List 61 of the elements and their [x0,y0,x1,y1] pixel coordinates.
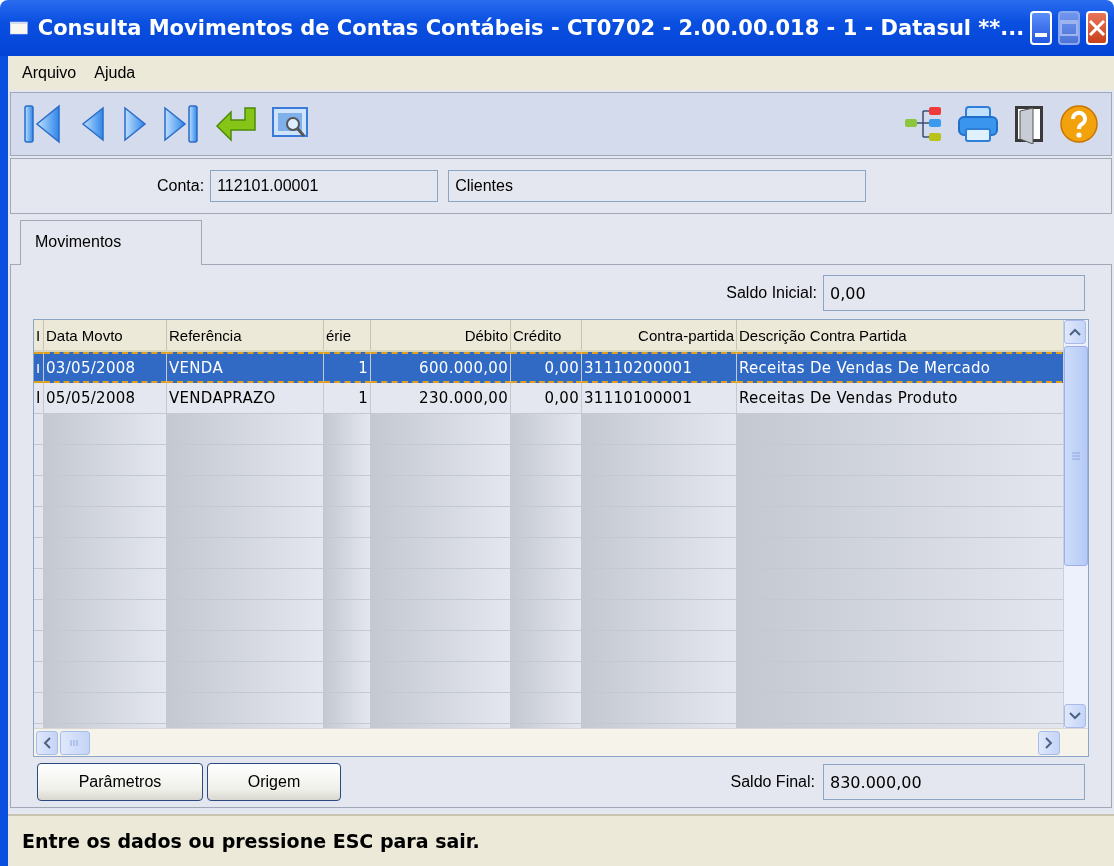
printer-icon[interactable] [957,105,999,143]
menu-item[interactable]: Arquivo [16,61,83,85]
account-description-field[interactable]: Clientes [448,170,867,202]
chevron-left-icon [43,736,51,749]
saldo-final-field[interactable]: 830.000,00 [823,764,1085,800]
table-cell: 1 [324,352,371,383]
chevron-down-icon [1069,712,1081,720]
chevron-up-icon [1069,328,1081,336]
saldo-inicial-field[interactable]: 0,00 [823,275,1085,311]
column-header[interactable]: érie [324,320,371,350]
action-button[interactable]: Parâmetros [37,763,203,801]
table-cell: 31110200001 [582,352,737,383]
table-row[interactable]: ı 03/05/2008 VENDA 1 600.000,00 0,00 31110200001 Receitas De Vendas De Mercado [34,352,1063,383]
chevron-right-icon [1045,736,1053,749]
scrollbar-thumb[interactable] [1064,346,1088,566]
window-title: Consulta Movimentos de Contas Contábeis - CT0702 - 2.00.00.018 - 1 - Datasul **... [37,16,1025,40]
scroll-down-button[interactable] [1064,704,1086,728]
last-record-icon[interactable] [163,104,201,144]
table-cell: 0,00 [511,352,582,383]
return-arrow-icon[interactable] [215,106,257,142]
help-icon[interactable] [1059,104,1099,144]
table-cell: 05/05/2008 [44,383,167,414]
column-header[interactable]: Débito [371,320,511,350]
scroll-right-button[interactable] [1038,730,1060,755]
table-cell: 1 [324,383,371,414]
tree-diagram-icon[interactable] [903,105,943,143]
saldo-inicial-label: Saldo Inicial: [726,284,817,302]
scroll-up-button[interactable] [1064,320,1086,344]
action-button[interactable]: Origem [207,763,341,801]
grip-icon [1071,452,1081,460]
table-cell: VENDA [167,352,324,383]
column-header[interactable]: Contra-partida [582,320,737,350]
table-cell: 230.000,00 [371,383,511,414]
table-cell: 600.000,00 [371,352,511,383]
menu-item[interactable]: Ajuda [88,61,142,85]
minimize-icon [1035,33,1048,37]
table-cell: I [34,383,44,414]
minimize-button[interactable] [1030,11,1052,45]
close-icon [1088,19,1106,37]
grip-icon [70,738,80,747]
table-cell: 31110100001 [582,383,737,414]
column-header[interactable]: Crédito [511,320,582,350]
table-cell: VENDAPRAZO [167,383,324,414]
account-label: Conta: [157,177,205,195]
maximize-button[interactable] [1058,11,1080,45]
status-message: Entre os dados ou pressione ESC para sair. [22,830,480,852]
door-icon[interactable] [1013,104,1045,144]
account-code-field[interactable]: 112101.00001 [210,170,439,202]
table-cell: 03/05/2008 [44,352,167,383]
column-header[interactable]: Referência [167,320,324,350]
table-cell: ı [34,352,44,383]
saldo-final-label: Saldo Final: [730,773,815,791]
table-cell: 0,00 [511,383,582,414]
previous-record-icon[interactable] [81,104,105,144]
maximize-icon [1060,20,1078,36]
scroll-left-button[interactable] [36,730,58,755]
close-button[interactable] [1086,11,1108,45]
horizontal-scroll-thumb[interactable] [60,730,90,755]
column-header[interactable]: Data Movto [44,320,167,350]
tab[interactable]: Movimentos [20,220,203,265]
column-header[interactable]: I [34,320,44,350]
